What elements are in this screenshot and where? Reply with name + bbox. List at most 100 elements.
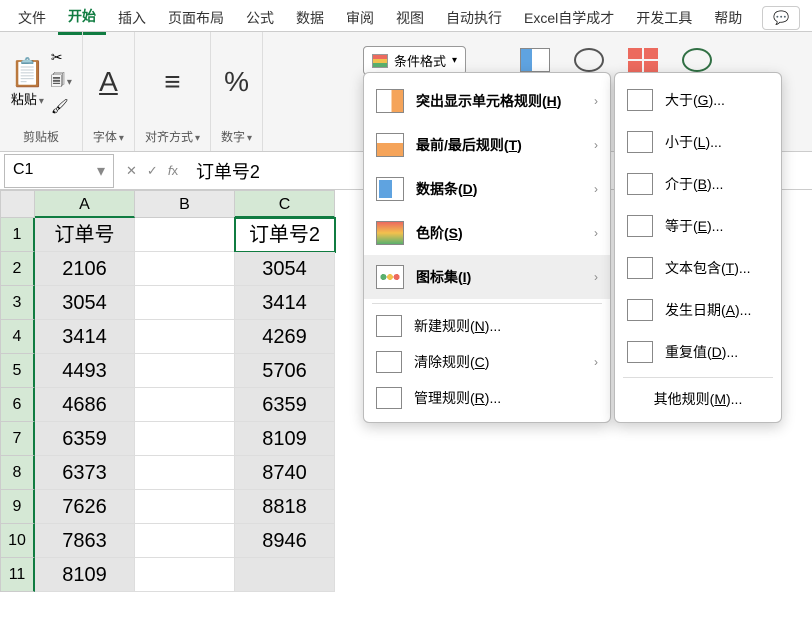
rule-icon: [627, 131, 653, 153]
cell[interactable]: 3054: [35, 286, 135, 320]
tab-文件[interactable]: 文件: [8, 2, 56, 34]
format-table-icon[interactable]: [520, 48, 550, 72]
cell[interactable]: 订单号: [35, 218, 135, 252]
chevron-down-icon[interactable]: ▾: [97, 161, 105, 181]
col-header-C[interactable]: C: [235, 190, 335, 218]
analysis-icon[interactable]: [682, 48, 712, 72]
menu-item[interactable]: 突出显示单元格规则(H)›: [364, 79, 610, 123]
cell[interactable]: [135, 524, 235, 558]
cell[interactable]: 6359: [35, 422, 135, 456]
enter-icon[interactable]: ✓: [147, 163, 158, 179]
cell[interactable]: [235, 558, 335, 592]
cancel-icon[interactable]: ✕: [126, 163, 137, 179]
menu-item[interactable]: 清除规则(C)›: [364, 344, 610, 380]
cell[interactable]: [135, 456, 235, 490]
tab-审阅[interactable]: 审阅: [336, 2, 384, 34]
menu-item[interactable]: 管理规则(R)...: [364, 380, 610, 416]
copy-icon[interactable]: 🗐: [51, 70, 72, 94]
rule-icon: [376, 387, 402, 409]
cell[interactable]: [135, 252, 235, 286]
cell[interactable]: 8109: [35, 558, 135, 592]
cell[interactable]: 8946: [235, 524, 335, 558]
cell[interactable]: 5706: [235, 354, 335, 388]
menu-item[interactable]: 重复值(D)...: [615, 331, 781, 373]
percent-icon: %: [224, 66, 249, 98]
cell[interactable]: [135, 558, 235, 592]
alignment-group[interactable]: ≡ 对齐方式: [135, 32, 211, 151]
font-group[interactable]: A 字体: [83, 32, 135, 151]
cut-icon[interactable]: ✂: [51, 49, 72, 66]
cell[interactable]: [135, 354, 235, 388]
row-header[interactable]: 5: [0, 354, 35, 388]
cells-icon[interactable]: [628, 48, 658, 72]
cell[interactable]: [135, 320, 235, 354]
tab-帮助[interactable]: 帮助: [704, 2, 752, 34]
comments-icon[interactable]: 💬: [762, 6, 800, 30]
tab-插入[interactable]: 插入: [108, 2, 156, 34]
menu-item[interactable]: 介于(B)...: [615, 163, 781, 205]
cell[interactable]: 4686: [35, 388, 135, 422]
cell[interactable]: 6359: [235, 388, 335, 422]
cell[interactable]: 8818: [235, 490, 335, 524]
cell[interactable]: 8109: [235, 422, 335, 456]
cell[interactable]: [135, 286, 235, 320]
paste-button[interactable]: 📋 粘贴: [10, 56, 45, 108]
tab-视图[interactable]: 视图: [386, 2, 434, 34]
row-header[interactable]: 6: [0, 388, 35, 422]
cell[interactable]: 7863: [35, 524, 135, 558]
row-header[interactable]: 4: [0, 320, 35, 354]
cell[interactable]: 3054: [235, 252, 335, 286]
cell[interactable]: [135, 388, 235, 422]
menu-item[interactable]: 等于(E)...: [615, 205, 781, 247]
cell[interactable]: 3414: [235, 286, 335, 320]
cell[interactable]: [135, 218, 235, 252]
row-header[interactable]: 10: [0, 524, 35, 558]
row-header[interactable]: 11: [0, 558, 35, 592]
menu-item[interactable]: 新建规则(N)...: [364, 308, 610, 344]
tab-开始[interactable]: 开始: [58, 0, 106, 35]
chevron-right-icon: ›: [594, 138, 598, 152]
row-header[interactable]: 7: [0, 422, 35, 456]
cell[interactable]: 7626: [35, 490, 135, 524]
tab-数据[interactable]: 数据: [286, 2, 334, 34]
cell-styles-icon[interactable]: [574, 48, 604, 72]
menu-item[interactable]: 图标集(I)›: [364, 255, 610, 299]
conditional-formatting-button[interactable]: 条件格式 ▾: [363, 46, 466, 75]
row-header[interactable]: 3: [0, 286, 35, 320]
more-rules[interactable]: 其他规则(M)...: [615, 382, 781, 416]
cell[interactable]: 8740: [235, 456, 335, 490]
cell[interactable]: 2106: [35, 252, 135, 286]
cell[interactable]: 4269: [235, 320, 335, 354]
rule-icon: [376, 133, 404, 157]
format-painter-icon[interactable]: 🖌: [51, 98, 72, 115]
cell[interactable]: 3414: [35, 320, 135, 354]
tab-自动执行[interactable]: 自动执行: [436, 2, 512, 34]
menu-item[interactable]: 发生日期(A)...: [615, 289, 781, 331]
tab-页面布局[interactable]: 页面布局: [158, 2, 234, 34]
row-header[interactable]: 9: [0, 490, 35, 524]
tab-公式[interactable]: 公式: [236, 2, 284, 34]
select-all-corner[interactable]: [0, 190, 35, 218]
cell[interactable]: [135, 422, 235, 456]
fx-icon[interactable]: fx: [168, 163, 178, 178]
menu-item[interactable]: 最前/最后规则(T)›: [364, 123, 610, 167]
col-header-B[interactable]: B: [135, 190, 235, 218]
cell[interactable]: 6373: [35, 456, 135, 490]
menu-item[interactable]: 数据条(D)›: [364, 167, 610, 211]
cell[interactable]: [135, 490, 235, 524]
rule-icon: [627, 173, 653, 195]
tab-Excel自学成才[interactable]: Excel自学成才: [514, 2, 624, 34]
row-header[interactable]: 8: [0, 456, 35, 490]
menu-item[interactable]: 色阶(S)›: [364, 211, 610, 255]
menu-item[interactable]: 小于(L)...: [615, 121, 781, 163]
cell[interactable]: 4493: [35, 354, 135, 388]
number-group[interactable]: % 数字: [211, 32, 263, 151]
menu-item[interactable]: 文本包含(T)...: [615, 247, 781, 289]
row-header[interactable]: 2: [0, 252, 35, 286]
cell[interactable]: 订单号2: [235, 218, 335, 252]
col-header-A[interactable]: A: [35, 190, 135, 218]
menu-item[interactable]: 大于(G)...: [615, 79, 781, 121]
name-box[interactable]: C1 ▾: [4, 154, 114, 188]
row-header[interactable]: 1: [0, 218, 35, 252]
tab-开发工具[interactable]: 开发工具: [626, 2, 702, 34]
